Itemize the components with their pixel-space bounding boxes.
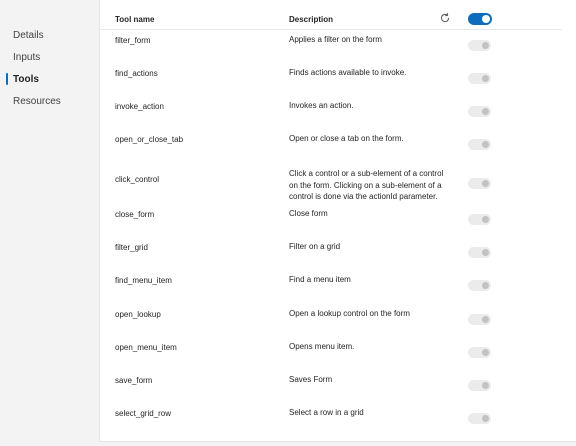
tool-enable-toggle[interactable] [468,280,491,291]
tool-description-cell: Filter on a grid [289,242,341,251]
table-row: filter_form Applies a filter on the form [100,31,562,64]
tool-description-cell: Opens menu item. [289,342,355,351]
tool-name-cell: find_actions [115,69,158,78]
tool-name-cell: open_lookup [115,310,161,319]
tool-name-cell: close_form [115,210,155,219]
tool-description-cell: Invokes an action. [289,101,354,110]
tool-name-cell: find_menu_item [115,276,172,285]
tool-name-cell: save_form [115,376,153,385]
nav-item-resources[interactable]: Resources [13,96,61,107]
tool-enable-toggle[interactable] [468,314,491,325]
table-row: open_menu_item Opens menu item. [100,338,562,371]
table-row: open_or_close_tab Open or close a tab on … [100,130,562,163]
tool-description-cell: Applies a filter on the form [289,35,382,44]
tool-enable-toggle[interactable] [468,247,491,258]
tool-enable-toggle[interactable] [468,413,491,424]
tools-panel: Tool name Description filter_form Applies… [99,0,576,442]
tool-description-cell: Finds actions available to invoke. [289,68,407,77]
tool-enable-toggle[interactable] [468,139,491,150]
active-nav-indicator [6,73,8,85]
table-row: find_actions Finds actions available to i… [100,64,562,97]
tool-description-cell: Close form [289,209,328,218]
tool-enable-toggle[interactable] [468,106,491,117]
tool-enable-toggle[interactable] [468,178,491,189]
toggle-knob [482,15,490,23]
toggle-knob [482,382,489,389]
tool-description-cell: Find a menu item [289,275,351,284]
toggle-knob [482,141,489,148]
nav-item-tools[interactable]: Tools [13,74,39,85]
table-row: filter_grid Filter on a grid [100,238,562,271]
tool-enable-toggle[interactable] [468,347,491,358]
table-row: select_grid_row Select a row in a grid [100,404,562,437]
toggle-knob [482,216,489,223]
tool-name-cell: select_grid_row [115,409,172,418]
tool-description-cell: Open or close a tab on the form. [289,134,404,143]
table-row: find_menu_item Find a menu item [100,271,562,304]
toggle-knob [482,349,489,356]
tool-description-cell: Click a control or a sub-element of a co… [289,169,444,201]
tool-name-cell: open_or_close_tab [115,135,184,144]
tool-name-cell: click_control [115,175,160,184]
table-header: Tool name Description [100,8,562,30]
tool-name-cell: open_menu_item [115,343,177,352]
enable-all-toggle[interactable] [468,13,492,25]
table-row: save_form Saves Form [100,371,562,404]
toggle-knob [482,415,489,422]
table-row: open_lookup Open a lookup control on the … [100,305,562,338]
toggle-knob [482,249,489,256]
toggle-knob [482,316,489,323]
column-header-description[interactable]: Description [289,15,333,24]
tool-enable-toggle[interactable] [468,73,491,84]
sidebar-nav: Details Inputs Tools Resources [0,0,98,446]
toggle-knob [482,42,489,49]
nav-item-inputs[interactable]: Inputs [13,52,40,63]
toggle-knob [482,180,489,187]
tool-enable-toggle[interactable] [468,380,491,391]
toggle-knob [482,75,489,82]
tool-name-cell: filter_grid [115,243,148,252]
refresh-icon[interactable] [439,12,451,24]
toggle-knob [482,282,489,289]
tool-description-cell: Saves Form [289,375,333,384]
tool-description-cell: Select a row in a grid [289,408,364,417]
toggle-knob [482,108,489,115]
table-row: invoke_action Invokes an action. [100,97,562,130]
table-row: close_form Close form [100,205,562,238]
tool-enable-toggle[interactable] [468,40,491,51]
tool-enable-toggle[interactable] [468,214,491,225]
tool-name-cell: invoke_action [115,102,164,111]
column-header-tool-name[interactable]: Tool name [115,15,154,24]
tool-name-cell: filter_form [115,36,151,45]
tool-description-cell: Open a lookup control on the form [289,309,410,318]
nav-item-details[interactable]: Details [13,30,44,41]
table-row: click_control Click a control or a sub-el… [100,163,562,201]
